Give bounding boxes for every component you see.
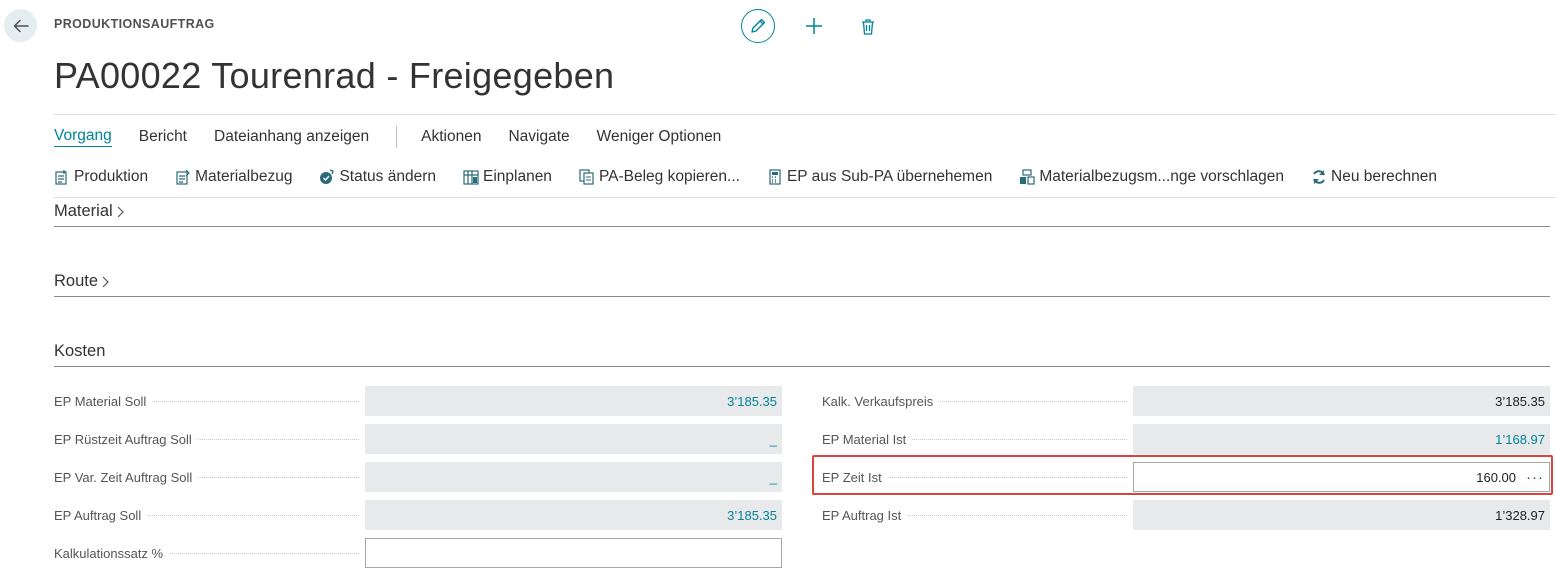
field-ep-ruestzeit-auftrag-soll: EP Rüstzeit Auftrag Soll _ xyxy=(54,424,782,454)
value-ep-auftrag-ist: 1’328.97 xyxy=(1133,500,1550,530)
action-label: Produktion xyxy=(74,168,149,185)
action-label: EP aus Sub-PA übernehemen xyxy=(786,168,993,185)
field-label: EP Rüstzeit Auftrag Soll xyxy=(54,431,198,447)
menu-item-dateianhang[interactable]: Dateianhang anzeigen xyxy=(214,128,369,146)
value-ep-material-soll[interactable]: 3’185.35 xyxy=(365,386,782,416)
action-label: Einplanen xyxy=(482,168,552,185)
field-ep-material-soll: EP Material Soll 3’185.35 xyxy=(54,386,782,416)
action-ep-aus-sub-pa[interactable]: EP aus Sub-PA übernehemen xyxy=(767,168,992,186)
field-ep-var-zeit-auftrag-soll: EP Var. Zeit Auftrag Soll _ xyxy=(54,462,782,492)
action-einplanen[interactable]: Einplanen xyxy=(463,168,552,186)
value-ep-auftrag-soll[interactable]: 3’185.35 xyxy=(365,500,782,530)
section-material: Material xyxy=(54,202,1550,227)
status-change-icon xyxy=(320,169,335,184)
action-label: Neu berechnen xyxy=(1331,168,1438,185)
field-ep-auftrag-ist: EP Auftrag Ist 1’328.97 xyxy=(822,500,1550,530)
field-label: EP Auftrag Soll xyxy=(54,507,148,523)
delete-button[interactable] xyxy=(851,9,885,43)
production-icon xyxy=(55,170,67,185)
field-label: Kalk. Verkaufspreis xyxy=(822,393,940,409)
section-route: Route xyxy=(54,272,1550,297)
chevron-right-icon xyxy=(102,276,109,287)
arrow-left-icon xyxy=(13,19,29,32)
plus-icon xyxy=(806,18,822,34)
material-issue-icon xyxy=(176,169,190,185)
action-pa-beleg-kopieren[interactable]: PA-Beleg kopieren... xyxy=(579,168,740,186)
menu-item-vorgang[interactable]: Vorgang xyxy=(54,127,112,147)
calculator-icon xyxy=(769,169,781,185)
new-button[interactable] xyxy=(797,9,831,43)
action-menu: Vorgang Bericht Dateianhang anzeigen Akt… xyxy=(54,126,748,148)
pencil-icon xyxy=(751,18,766,33)
action-label: Materialbezugsm...nge vorschlagen xyxy=(1039,168,1285,185)
action-label: Status ändern xyxy=(339,168,436,185)
field-kalkulationssatz: Kalkulationssatz % xyxy=(54,538,782,568)
action-status-aendern[interactable]: Status ändern xyxy=(319,168,436,186)
menu-item-weniger-optionen[interactable]: Weniger Optionen xyxy=(597,128,722,146)
suggest-quantity-icon xyxy=(1020,169,1035,185)
refresh-icon xyxy=(1313,170,1325,184)
value-ep-ruestzeit-auftrag-soll[interactable]: _ xyxy=(365,424,782,454)
field-label: EP Material Soll xyxy=(54,393,153,409)
divider xyxy=(54,197,1556,198)
divider xyxy=(54,114,1556,115)
plan-icon xyxy=(463,170,479,185)
field-ep-auftrag-soll: EP Auftrag Soll 3’185.35 xyxy=(54,500,782,530)
field-label: EP Material Ist xyxy=(822,431,913,447)
menu-item-navigate[interactable]: Navigate xyxy=(508,128,569,146)
action-bar: Produktion Materialbezug Status ändern E… xyxy=(54,166,1464,188)
page-title: PA00022 Tourenrad - Freigegeben xyxy=(54,55,615,96)
section-material-header[interactable]: Material xyxy=(54,202,1550,221)
trash-icon xyxy=(862,18,874,35)
action-neu-berechnen[interactable]: Neu berechnen xyxy=(1311,168,1437,186)
section-kosten-header[interactable]: Kosten xyxy=(54,342,1550,361)
kalkulationssatz-input[interactable] xyxy=(365,538,782,568)
back-button[interactable] xyxy=(4,9,37,42)
field-label: EP Zeit Ist xyxy=(822,469,888,485)
menu-separator xyxy=(396,126,398,148)
copy-document-icon xyxy=(579,169,594,185)
field-kalk-verkaufspreis: Kalk. Verkaufspreis 3’185.35 xyxy=(822,386,1550,416)
section-title: Route xyxy=(54,272,99,290)
section-route-header[interactable]: Route xyxy=(54,272,1550,291)
value-kalk-verkaufspreis: 3’185.35 xyxy=(1133,386,1550,416)
value-ep-material-ist[interactable]: 1’168.97 xyxy=(1133,424,1550,454)
field-label: EP Auftrag Ist xyxy=(822,507,908,523)
highlight-box xyxy=(812,455,1553,495)
section-title: Kosten xyxy=(54,342,106,360)
chevron-right-icon xyxy=(117,206,124,217)
field-label: Kalkulationssatz % xyxy=(54,545,170,561)
action-materialbezug[interactable]: Materialbezug xyxy=(175,168,292,186)
field-label: EP Var. Zeit Auftrag Soll xyxy=(54,469,199,485)
action-label: PA-Beleg kopieren... xyxy=(598,168,740,185)
section-title: Material xyxy=(54,202,113,220)
menu-item-aktionen[interactable]: Aktionen xyxy=(421,128,481,146)
action-label: Materialbezug xyxy=(195,168,293,185)
page-caption: PRODUKTIONSAUFTRAG xyxy=(54,17,215,31)
section-kosten: Kosten xyxy=(54,342,1550,367)
action-materialbezugsmenge-vorschlagen[interactable]: Materialbezugsm...nge vorschlagen xyxy=(1019,168,1284,186)
edit-button[interactable] xyxy=(741,9,775,43)
menu-item-bericht[interactable]: Bericht xyxy=(139,128,187,146)
record-actions xyxy=(741,9,885,43)
action-produktion[interactable]: Produktion xyxy=(54,168,148,186)
field-ep-material-ist: EP Material Ist 1’168.97 xyxy=(822,424,1550,454)
value-ep-var-zeit-auftrag-soll[interactable]: _ xyxy=(365,462,782,492)
